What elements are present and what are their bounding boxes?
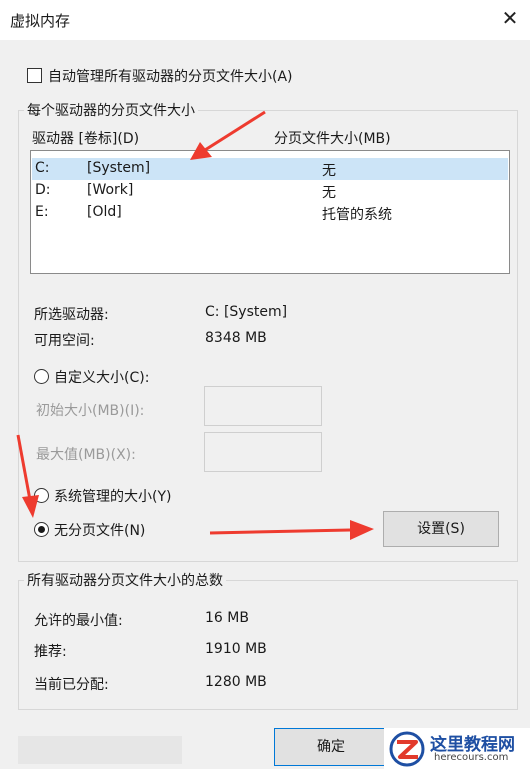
custom-size-radio[interactable]: [34, 369, 49, 384]
set-button[interactable]: 设置(S): [383, 511, 499, 547]
drive-size: 无: [322, 163, 336, 179]
drive-list[interactable]: C: [System] 无 D: [Work] 无 E: [Old] 托管的系统: [30, 150, 510, 274]
drive-row-e[interactable]: E: [Old] 托管的系统: [32, 202, 508, 224]
per-drive-legend: 每个驱动器的分页文件大小: [24, 100, 198, 120]
drive-size: 无: [322, 185, 336, 201]
recommended-label: 推荐:: [34, 644, 67, 660]
totals-legend: 所有驱动器分页文件大小的总数: [24, 570, 226, 590]
current-allocated-value: 1280 MB: [205, 674, 267, 690]
selected-drive-value: C: [System]: [205, 304, 288, 320]
drive-letter: E:: [35, 204, 49, 220]
watermark: 这里教程网 herecours.com: [384, 728, 530, 769]
current-allocated-label: 当前已分配:: [34, 677, 109, 693]
max-size-input[interactable]: [204, 432, 322, 472]
free-space-value: 8348 MB: [205, 330, 267, 346]
no-paging-file-radio[interactable]: [34, 522, 49, 537]
blurred-region: [18, 736, 182, 764]
watermark-logo-icon: [389, 731, 425, 767]
min-allowed-value: 16 MB: [205, 610, 249, 626]
drive-label: [Work]: [87, 182, 134, 198]
auto-manage-checkbox[interactable]: [27, 68, 42, 83]
drive-size: 托管的系统: [322, 207, 392, 223]
free-space-label: 可用空间:: [34, 333, 95, 349]
drive-row-c[interactable]: C: [System] 无: [32, 158, 508, 180]
system-managed-label[interactable]: 系统管理的大小(Y): [54, 486, 171, 506]
auto-manage-label[interactable]: 自动管理所有驱动器的分页文件大小(A): [48, 66, 293, 86]
initial-size-input[interactable]: [204, 386, 322, 426]
drive-label: [Old]: [87, 204, 122, 220]
close-icon[interactable]: ✕: [496, 4, 524, 32]
window-title: 虚拟内存: [10, 12, 71, 30]
size-column-header: 分页文件大小(MB): [274, 131, 391, 147]
drive-column-header: 驱动器 [卷标](D): [32, 131, 140, 147]
selected-drive-label: 所选驱动器:: [34, 307, 109, 323]
drive-letter: C:: [35, 160, 50, 176]
drive-label: [System]: [87, 160, 151, 176]
title-bar: [0, 0, 530, 40]
watermark-url: herecours.com: [434, 752, 509, 763]
system-managed-radio[interactable]: [34, 488, 49, 503]
custom-size-label[interactable]: 自定义大小(C):: [54, 367, 149, 387]
initial-size-label: 初始大小(MB)(I):: [36, 403, 145, 419]
recommended-value: 1910 MB: [205, 641, 267, 657]
no-paging-file-label[interactable]: 无分页文件(N): [54, 520, 145, 540]
ok-button[interactable]: 确定: [274, 728, 388, 766]
drive-row-d[interactable]: D: [Work] 无: [32, 180, 508, 202]
min-allowed-label: 允许的最小值:: [34, 613, 123, 629]
drive-letter: D:: [35, 182, 51, 198]
max-size-label: 最大值(MB)(X):: [36, 447, 136, 463]
